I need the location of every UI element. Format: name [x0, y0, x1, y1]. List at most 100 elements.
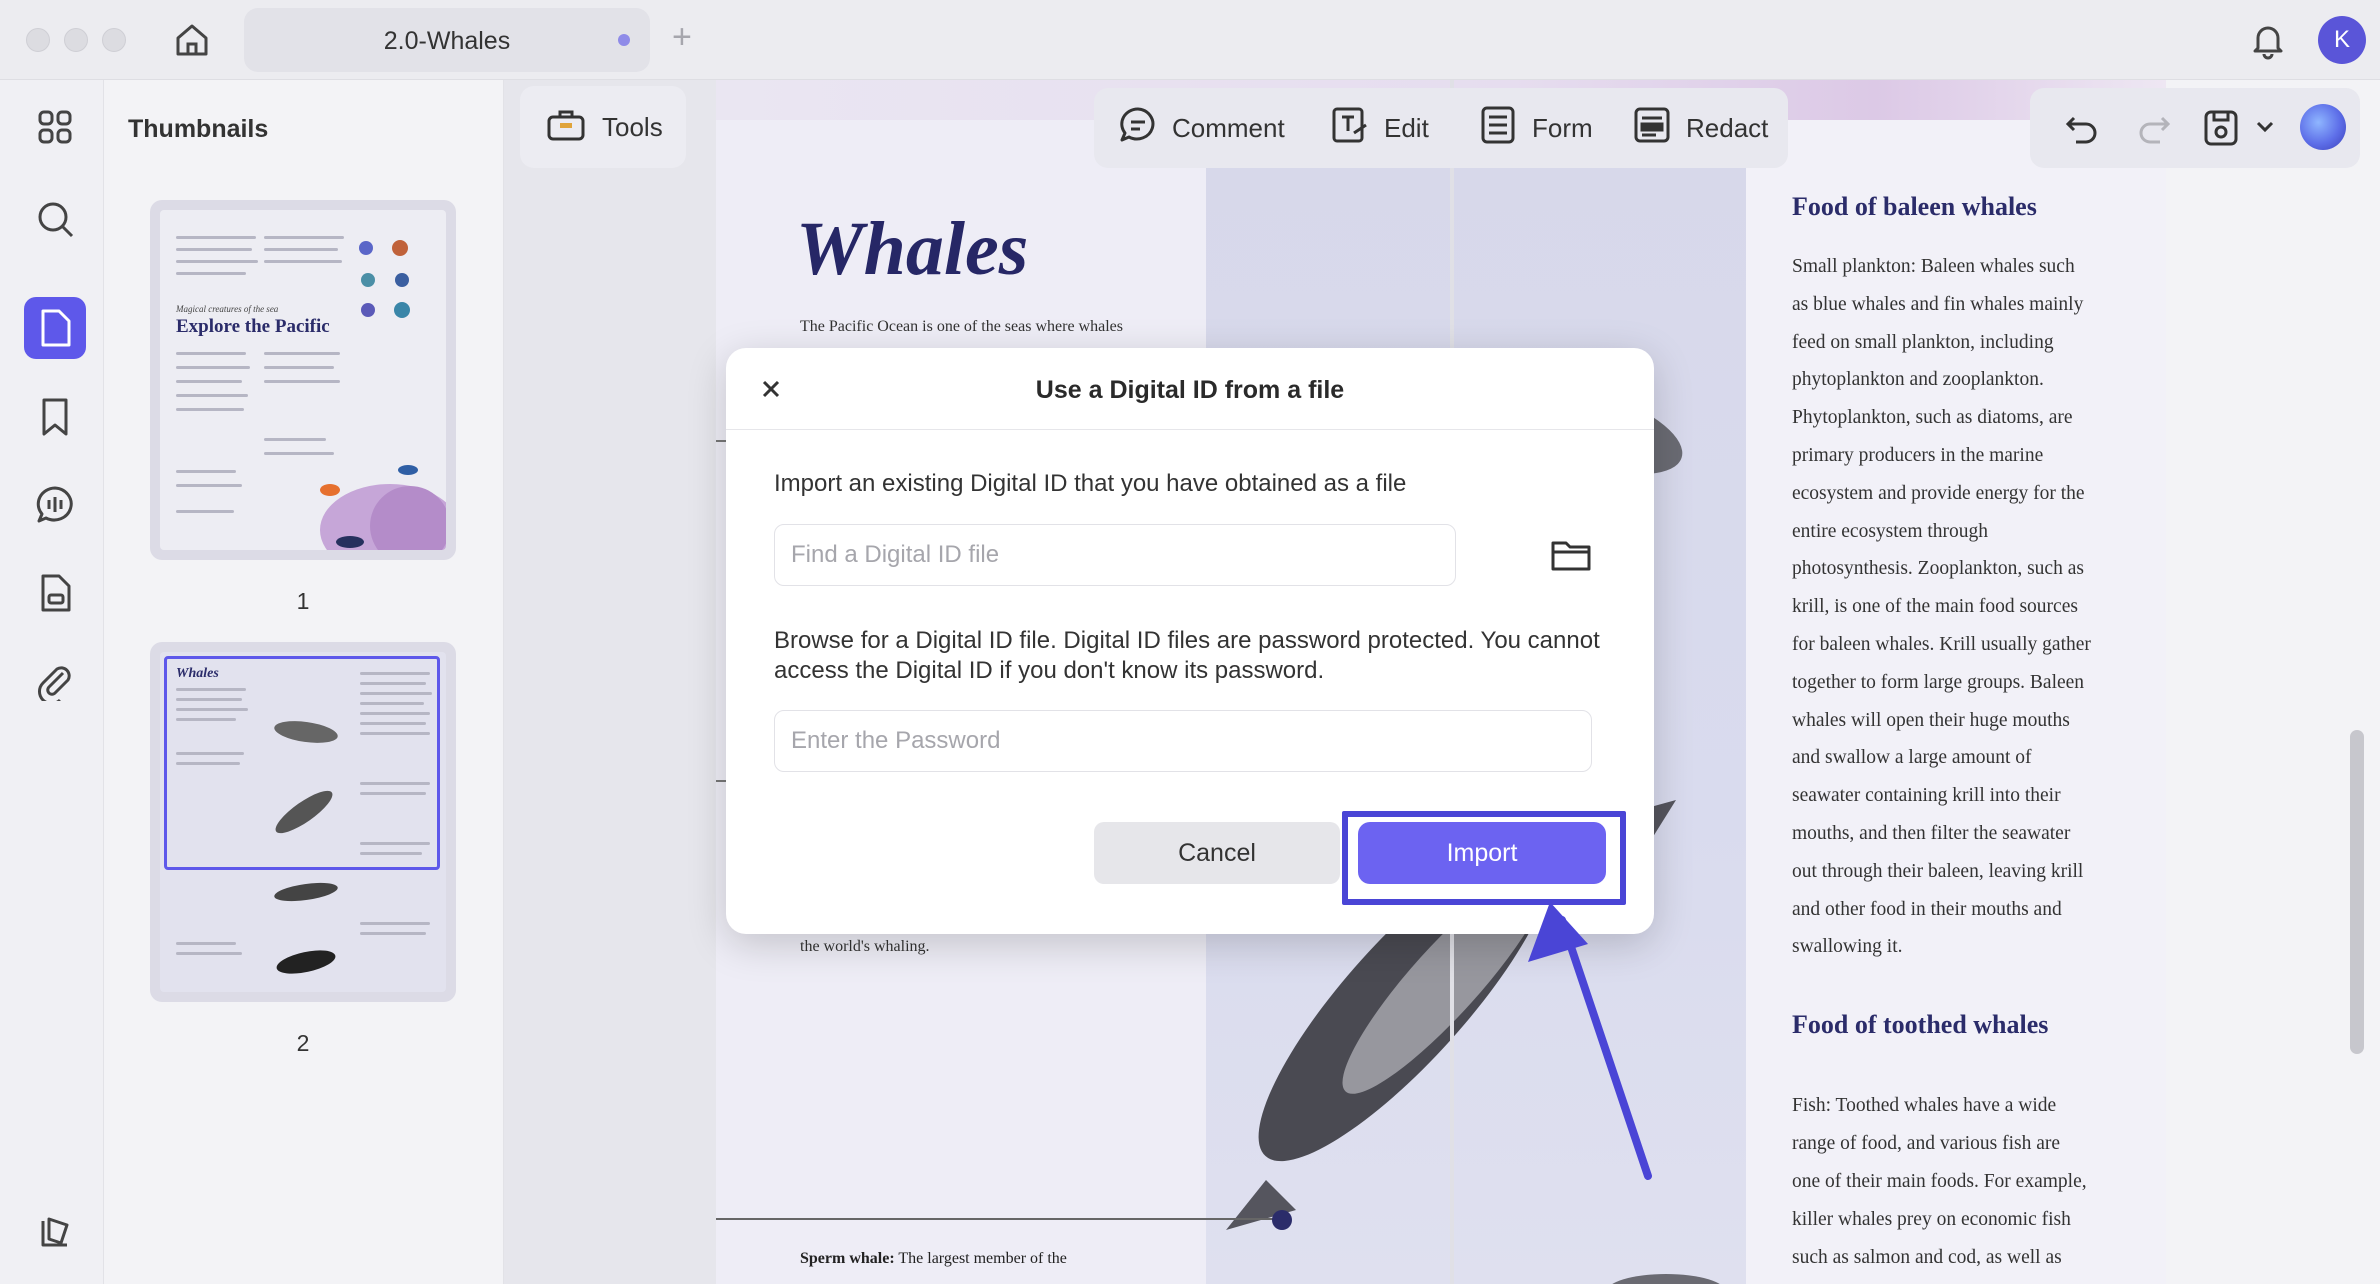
dialog-header: Use a Digital ID from a file	[726, 348, 1654, 430]
redact-icon	[1632, 105, 1672, 152]
text-line: feed on small plankton, including	[1792, 331, 2054, 353]
text-line: primary producers in the marine	[1792, 444, 2044, 466]
attachment-icon[interactable]	[24, 650, 86, 712]
text-line: for baleen whales. Krill usually gather	[1792, 633, 2091, 655]
text-line: seawater containing krill into their	[1792, 785, 2061, 807]
left-rail	[0, 80, 104, 1284]
coral-illustration	[350, 234, 430, 354]
text-line: phytoplankton and zooplankton.	[1792, 369, 2044, 391]
chevron-down-icon[interactable]	[2256, 120, 2274, 139]
tools-button[interactable]: Tools	[520, 86, 686, 168]
page-number-2: 2	[296, 1030, 310, 1056]
text-line: together to form large groups. Baleen	[1792, 671, 2085, 693]
text-line: killer whales prey on economic fish	[1792, 1209, 2071, 1230]
redact-label: Redact	[1686, 112, 1769, 143]
text-line: photosynthesis. Zooplankton, such as	[1792, 558, 2084, 580]
edit-label: Edit	[1384, 112, 1429, 143]
new-tab-button[interactable]: +	[672, 20, 692, 54]
form-icon	[1478, 105, 1518, 152]
text-line: mouths, and then filter the seawater	[1792, 822, 2071, 844]
text-line: swallowing it.	[1792, 936, 1903, 958]
search-icon[interactable]	[24, 188, 86, 250]
whaling-text: the world's whaling.	[800, 938, 930, 955]
text-line: such as salmon and cod, as well as	[1792, 1247, 2062, 1268]
text-line: krill, is one of the main food sources	[1792, 596, 2078, 618]
bookmark-icon[interactable]	[24, 386, 86, 448]
thumb-heading: Explore the Pacific	[176, 316, 330, 337]
thumb-subheading: Magical creatures of the sea	[176, 304, 279, 314]
text-line: as blue whales and fin whales mainly	[1792, 293, 2084, 315]
timeline-line	[716, 1218, 1280, 1220]
timeline-dot	[1272, 1210, 1292, 1230]
text-line: Small plankton: Baleen whales such	[1792, 256, 2075, 277]
edit-mode-button[interactable]: Edit	[1330, 104, 1429, 152]
comment-label: Comment	[1172, 112, 1285, 143]
text-line: ecosystem and provide energy for the	[1792, 482, 2085, 504]
reef-illustration	[270, 430, 446, 550]
tools-label: Tools	[602, 111, 663, 142]
thumb-heading: Whales	[176, 666, 219, 681]
text-line: whales will open their huge mouths	[1792, 709, 2070, 731]
intro-text: The Pacific Ocean is one of the seas whe…	[800, 318, 1123, 335]
text-line: Phytoplankton, such as diatoms, are	[1792, 407, 2073, 429]
text-line: and other food in their mouths and	[1792, 898, 2062, 920]
avatar[interactable]: K	[2318, 16, 2366, 64]
zoom-window-button[interactable]	[102, 28, 126, 52]
form-label: Form	[1532, 112, 1593, 143]
save-icon[interactable]	[2202, 108, 2240, 153]
text-line: and swallow a large amount of	[1792, 747, 2032, 769]
cancel-button[interactable]: Cancel	[1094, 822, 1340, 884]
ai-assistant-icon[interactable]	[2300, 104, 2346, 150]
comment-mode-button[interactable]: Comment	[1118, 104, 1285, 152]
comment-icon[interactable]	[24, 474, 86, 536]
document-title: Whales	[796, 207, 1029, 291]
close-window-button[interactable]	[26, 28, 50, 52]
document-icon[interactable]	[24, 297, 86, 359]
panel-title: Thumbnails	[128, 115, 269, 143]
mode-toolbar: Comment Edit Form Redact	[1094, 88, 1788, 168]
bell-icon[interactable]	[2246, 18, 2290, 62]
text-line: range of food, and various fish are	[1792, 1133, 2061, 1154]
toothed-food-heading: Food of toothed whales	[1792, 1010, 2049, 1039]
text-line: one of their main foods. For example,	[1792, 1171, 2087, 1192]
undo-icon[interactable]	[2064, 110, 2100, 151]
page-number-1: 1	[296, 588, 310, 614]
pointer-arrow-icon	[1528, 902, 1652, 1180]
thumbnails-panel: Thumbnails Magical creatures of the sea …	[104, 80, 504, 1284]
digital-id-file-field[interactable]	[774, 524, 1456, 586]
close-icon[interactable]	[754, 372, 788, 406]
minimize-window-button[interactable]	[64, 28, 88, 52]
edit-icon	[1330, 105, 1370, 152]
layers-icon[interactable]	[24, 1200, 86, 1262]
page-thumbnail-2[interactable]: Whales	[150, 642, 456, 1002]
text-line: Fish: Toothed whales have a wide	[1792, 1095, 2057, 1116]
tab-title: 2.0-Whales	[383, 27, 511, 55]
whales-illustration	[256, 712, 356, 992]
dialog-title: Use a Digital ID from a file	[1035, 376, 1345, 404]
page-thumbnail-1[interactable]: Magical creatures of the sea Explore the…	[150, 200, 456, 560]
form-mode-button[interactable]: Form	[1478, 104, 1593, 152]
baleen-food-text: Small plankton: Baleen whales such as bl…	[1792, 248, 2132, 966]
sperm-whale-caption: Sperm whale: The largest member of the	[800, 1250, 1067, 1268]
grid-icon[interactable]	[24, 96, 86, 158]
vertical-scrollbar[interactable]	[2350, 730, 2364, 1054]
home-icon[interactable]	[170, 18, 214, 62]
sperm-whale-label: Sperm whale:	[800, 1250, 895, 1267]
document-tab[interactable]: 2.0-Whales	[244, 8, 650, 72]
redact-mode-button[interactable]: Redact	[1632, 104, 1768, 152]
baleen-food-heading: Food of baleen whales	[1792, 192, 2037, 221]
sperm-whale-text: The largest member of the	[898, 1250, 1067, 1267]
toolbox-icon	[546, 105, 586, 150]
redo-icon[interactable]	[2136, 110, 2172, 151]
folder-icon[interactable]	[1550, 534, 1592, 576]
unsaved-indicator	[618, 34, 630, 46]
browse-description: Browse for a Digital ID file. Digital ID…	[774, 627, 1600, 684]
password-field[interactable]	[774, 710, 1592, 772]
dialog-description: Import an existing Digital ID that you h…	[774, 470, 1407, 497]
page-icon[interactable]	[24, 562, 86, 624]
canvas-gutter	[504, 80, 716, 1284]
toothed-food-text: Fish: Toothed whales have a wide range o…	[1792, 1087, 2132, 1277]
title-bar: 2.0-Whales + K	[0, 0, 2380, 80]
text-line: entire ecosystem through	[1792, 520, 1989, 542]
comment-icon	[1118, 105, 1158, 152]
